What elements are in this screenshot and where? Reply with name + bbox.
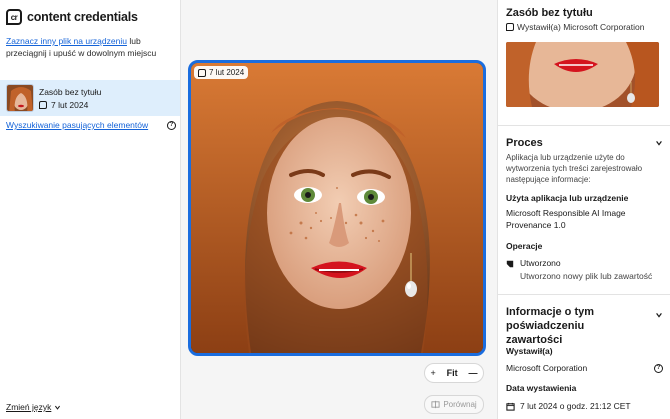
create-file-icon bbox=[506, 260, 514, 268]
brand-name: content credentials bbox=[27, 10, 138, 24]
select-file-link[interactable]: Zaznacz inny plik na urządzeniu bbox=[6, 36, 127, 46]
brand-logo[interactable]: cr content credentials bbox=[0, 0, 180, 26]
asset-list-item[interactable]: Zasób bez tytułu 7 lut 2024 bbox=[0, 80, 180, 116]
asset-date-text: 7 lut 2024 bbox=[51, 99, 89, 110]
content-credentials-icon bbox=[198, 68, 206, 77]
asset-name: Zasób bez tytułu bbox=[39, 86, 102, 97]
process-section-header[interactable]: Proces bbox=[506, 137, 663, 149]
portrait-image bbox=[191, 63, 483, 353]
zoom-fit-button[interactable]: Fit bbox=[447, 368, 458, 378]
image-frame[interactable]: 7 lut 2024 bbox=[188, 60, 486, 356]
help-icon[interactable]: ? bbox=[167, 120, 176, 130]
compare-icon bbox=[431, 400, 440, 409]
compare-label: Porównaj bbox=[443, 400, 477, 409]
info-heading: Informacje o tym poświadczeniu zawartośc… bbox=[506, 306, 595, 346]
app-value: Microsoft Responsible AI Image Provenanc… bbox=[506, 208, 626, 230]
chevron-down-icon bbox=[656, 141, 662, 146]
issue-date-label: Data wystawienia bbox=[506, 383, 577, 393]
issue-date-row: 7 lut 2024 o godz. 21:12 CET bbox=[506, 400, 663, 412]
zoom-in-button[interactable]: + bbox=[430, 368, 435, 378]
asset-thumbnail bbox=[6, 84, 34, 112]
operations-label: Operacje bbox=[506, 241, 543, 251]
panel-title: Zasób bez tytułu bbox=[506, 7, 593, 19]
compare-button[interactable]: Porównaj bbox=[424, 395, 484, 414]
divider bbox=[498, 125, 670, 126]
zoom-controls: + Fit — bbox=[424, 363, 484, 383]
zoom-out-button[interactable]: — bbox=[469, 368, 478, 378]
chevron-down-icon bbox=[55, 405, 61, 410]
details-panel: Zasób bez tytułu Wystawił(a) Microsoft C… bbox=[497, 0, 670, 419]
app-label: Użyta aplikacja lub urządzenie bbox=[506, 193, 629, 203]
issuer-row: Microsoft Corporation ? bbox=[506, 362, 663, 374]
process-description: Aplikacja lub urządzenie użyte do wytwor… bbox=[506, 153, 643, 184]
help-icon[interactable]: ? bbox=[654, 363, 663, 373]
left-sidebar: cr content credentials Zaznacz inny plik… bbox=[0, 0, 181, 419]
match-search-link[interactable]: Wyszukiwanie pasujących elementów bbox=[6, 120, 148, 130]
divider bbox=[498, 294, 670, 295]
calendar-icon bbox=[506, 402, 515, 411]
cr-logo-icon: cr bbox=[6, 9, 22, 25]
match-search-row: Wyszukiwanie pasujących elementów ? bbox=[6, 120, 176, 130]
upload-hint: Zaznacz inny plik na urządzeniu lub prze… bbox=[0, 26, 180, 80]
language-switcher[interactable]: Zmień język bbox=[6, 402, 61, 412]
operation-row: Utworzono Utworzono nowy plik lub zawart… bbox=[506, 258, 652, 281]
panel-issuer: Wystawił(a) Microsoft Corporation bbox=[506, 22, 644, 32]
badge-date: 7 lut 2024 bbox=[209, 68, 245, 77]
issuer-label: Wystawił(a) bbox=[506, 346, 553, 356]
info-section-header[interactable]: Informacje o tym poświadczeniu zawartośc… bbox=[506, 305, 663, 347]
panel-image-preview bbox=[506, 42, 659, 107]
issue-date-value: 7 lut 2024 o godz. 21:12 CET bbox=[520, 401, 631, 411]
language-label: Zmień język bbox=[6, 402, 52, 412]
asset-date: 7 lut 2024 bbox=[39, 100, 101, 110]
issuer-value: Microsoft Corporation bbox=[506, 363, 588, 373]
operation-desc: Utworzono nowy plik lub zawartość bbox=[520, 271, 653, 281]
chevron-down-icon bbox=[656, 313, 662, 318]
credential-badge[interactable]: 7 lut 2024 bbox=[194, 66, 249, 79]
app-window: cr content credentials Zaznacz inny plik… bbox=[0, 0, 670, 419]
content-credentials-icon bbox=[506, 23, 514, 31]
process-heading: Proces bbox=[506, 137, 543, 149]
image-viewer: 7 lut 2024 + Fit — Porównaj bbox=[181, 0, 497, 419]
panel-issuer-text: Wystawił(a) Microsoft Corporation bbox=[517, 22, 645, 32]
operation-name: Utworzono bbox=[520, 258, 561, 268]
content-credentials-icon bbox=[39, 100, 47, 109]
